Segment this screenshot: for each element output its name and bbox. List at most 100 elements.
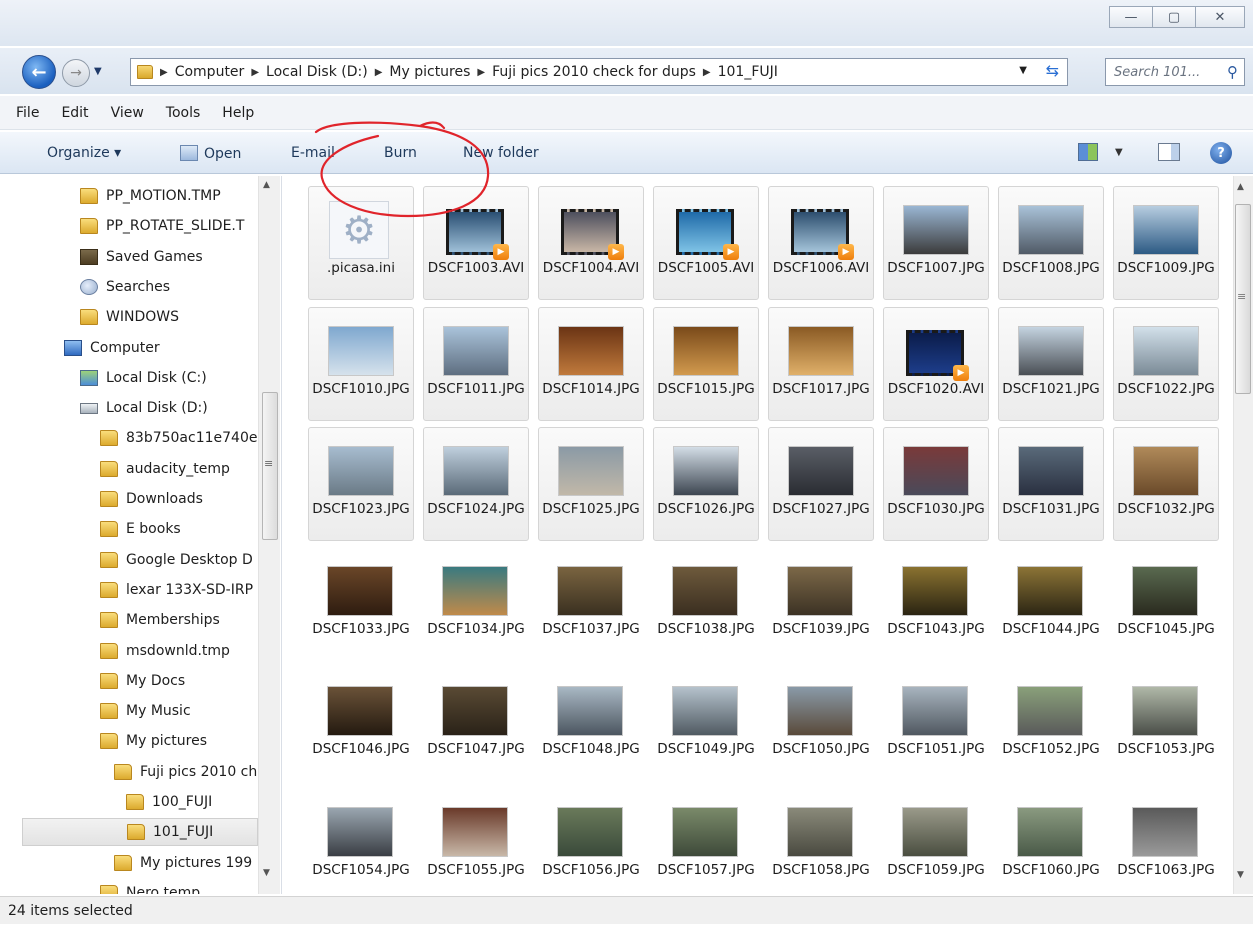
file-tile[interactable]: ▶ DSCF1005.AVI xyxy=(653,186,759,300)
tree-item[interactable]: 83b750ac11e740e1 xyxy=(100,424,266,452)
breadcrumb-separator-icon[interactable]: ▶ xyxy=(703,67,711,78)
tree-item[interactable]: Saved Games xyxy=(80,243,203,271)
maximize-button[interactable]: ▢ xyxy=(1152,6,1196,28)
file-tile[interactable]: ▶ DSCF1006.AVI xyxy=(768,186,874,300)
tree-item[interactable]: msdownld.tmp xyxy=(100,637,230,665)
tree-item[interactable]: My Docs xyxy=(100,667,185,695)
file-tile[interactable]: DSCF1033.JPG xyxy=(308,548,414,662)
content-scroll-up-icon[interactable]: ▲ xyxy=(1237,182,1244,192)
file-tile[interactable]: DSCF1017.JPG xyxy=(768,306,874,421)
breadcrumb-separator-icon[interactable]: ▶ xyxy=(251,67,259,78)
breadcrumb-my-pictures[interactable]: My pictures xyxy=(389,64,470,80)
nav-scroll-down-icon[interactable]: ▼ xyxy=(263,868,270,878)
view-options-dropdown[interactable]: ▼ xyxy=(1115,147,1123,158)
file-tile[interactable]: DSCF1047.JPG xyxy=(423,668,529,782)
tree-item[interactable]: Fuji pics 2010 ch xyxy=(114,758,257,786)
file-tile[interactable]: DSCF1037.JPG xyxy=(538,548,644,662)
file-tile[interactable]: DSCF1039.JPG xyxy=(768,548,874,662)
file-tile[interactable]: DSCF1027.JPG xyxy=(768,427,874,541)
tree-item[interactable]: Nero temp xyxy=(100,879,200,894)
organize-button[interactable]: Organize ▾ xyxy=(47,145,121,161)
content-scroll-down-icon[interactable]: ▼ xyxy=(1237,870,1244,880)
tree-item[interactable]: Downloads xyxy=(100,485,203,513)
tree-item[interactable]: audacity_temp xyxy=(100,455,230,483)
breadcrumb-101-fuji[interactable]: 101_FUJI xyxy=(718,64,778,80)
burn-button[interactable]: Burn xyxy=(384,145,417,161)
file-tile[interactable]: DSCF1060.JPG xyxy=(998,789,1104,895)
file-tile[interactable]: DSCF1024.JPG xyxy=(423,427,529,541)
tree-item[interactable]: 100_FUJI xyxy=(126,788,212,816)
file-tile[interactable]: ⚙ .picasa.ini xyxy=(308,186,414,300)
new-folder-button[interactable]: New folder xyxy=(463,145,539,161)
breadcrumb-separator-icon[interactable]: ▶ xyxy=(160,67,168,78)
navigation-pane[interactable]: PP_MOTION.TMP PP_ROTATE_SLIDE.T Saved Game… xyxy=(0,176,282,894)
file-tile[interactable]: DSCF1052.JPG xyxy=(998,668,1104,782)
breadcrumb-computer[interactable]: Computer xyxy=(175,64,245,80)
minimize-button[interactable]: — xyxy=(1109,6,1153,28)
tree-item[interactable]: My pictures 199 xyxy=(114,849,252,877)
search-icon[interactable]: ⚲ xyxy=(1227,63,1238,81)
file-tile[interactable]: DSCF1011.JPG xyxy=(423,306,529,421)
email-button[interactable]: E-mail xyxy=(291,145,335,161)
tree-item[interactable]: WINDOWS xyxy=(80,303,179,331)
menu-file[interactable]: File xyxy=(16,105,39,121)
address-bar[interactable]: ▶ Computer ▶ Local Disk (D:) ▶ My pictur… xyxy=(130,58,1068,86)
file-tile[interactable]: DSCF1007.JPG xyxy=(883,186,989,300)
file-tile[interactable]: DSCF1058.JPG xyxy=(768,789,874,895)
open-button[interactable]: Open xyxy=(180,145,241,162)
file-tile[interactable]: DSCF1044.JPG xyxy=(998,548,1104,662)
breadcrumb-separator-icon[interactable]: ▶ xyxy=(375,67,383,78)
tree-item[interactable]: Google Desktop D xyxy=(100,546,253,574)
tree-item[interactable]: PP_MOTION.TMP xyxy=(80,182,221,210)
tree-item[interactable]: 101_FUJI xyxy=(22,818,258,847)
help-icon[interactable]: ? xyxy=(1210,142,1232,164)
menu-edit[interactable]: Edit xyxy=(61,105,88,121)
tree-item[interactable]: Local Disk (C:) xyxy=(80,364,207,392)
file-tile[interactable]: DSCF1050.JPG xyxy=(768,668,874,782)
refresh-icon[interactable]: ⇆ xyxy=(1046,61,1059,80)
file-tile[interactable]: DSCF1056.JPG xyxy=(538,789,644,895)
tree-item[interactable]: Computer xyxy=(64,334,160,362)
file-tile[interactable]: DSCF1054.JPG xyxy=(308,789,414,895)
file-tile[interactable]: DSCF1053.JPG xyxy=(1113,668,1219,782)
file-tile[interactable]: DSCF1021.JPG xyxy=(998,306,1104,421)
file-tile[interactable]: DSCF1051.JPG xyxy=(883,668,989,782)
preview-pane-icon[interactable] xyxy=(1158,143,1180,161)
nav-scroll-up-icon[interactable]: ▲ xyxy=(263,180,270,190)
file-tile[interactable]: ▶ DSCF1020.AVI xyxy=(883,306,989,421)
file-tile[interactable]: DSCF1049.JPG xyxy=(653,668,759,782)
tree-item[interactable]: My pictures xyxy=(100,727,207,755)
tree-item[interactable]: Memberships xyxy=(100,606,220,634)
file-tile[interactable]: DSCF1063.JPG xyxy=(1113,789,1219,895)
tree-item[interactable]: E books xyxy=(100,515,181,543)
file-tile[interactable]: DSCF1043.JPG xyxy=(883,548,989,662)
file-tile[interactable]: DSCF1048.JPG xyxy=(538,668,644,782)
forward-button[interactable]: → xyxy=(62,59,90,87)
tree-item[interactable]: My Music xyxy=(100,697,191,725)
menu-tools[interactable]: Tools xyxy=(166,105,201,121)
file-tile[interactable]: DSCF1045.JPG xyxy=(1113,548,1219,662)
file-tile[interactable]: DSCF1008.JPG xyxy=(998,186,1104,300)
file-tile[interactable]: DSCF1038.JPG xyxy=(653,548,759,662)
file-tile[interactable]: DSCF1010.JPG xyxy=(308,306,414,421)
recent-pages-dropdown[interactable]: ▼ xyxy=(94,66,102,77)
file-tile[interactable]: DSCF1025.JPG xyxy=(538,427,644,541)
file-tile[interactable]: ▶ DSCF1004.AVI xyxy=(538,186,644,300)
file-tile[interactable]: DSCF1015.JPG xyxy=(653,306,759,421)
file-tile[interactable]: DSCF1022.JPG xyxy=(1113,306,1219,421)
file-tile[interactable]: DSCF1059.JPG xyxy=(883,789,989,895)
tree-item[interactable]: Searches xyxy=(80,273,170,301)
address-dropdown-icon[interactable]: ▼ xyxy=(1019,65,1027,76)
file-tile[interactable]: ▶ DSCF1003.AVI xyxy=(423,186,529,300)
file-tile[interactable]: DSCF1031.JPG xyxy=(998,427,1104,541)
breadcrumb-fuji-pics[interactable]: Fuji pics 2010 check for dups xyxy=(492,64,696,80)
back-button[interactable]: ← xyxy=(22,55,56,89)
close-button[interactable]: ✕ xyxy=(1195,6,1245,28)
file-tile[interactable]: DSCF1032.JPG xyxy=(1113,427,1219,541)
file-tile[interactable]: DSCF1046.JPG xyxy=(308,668,414,782)
file-view[interactable]: ⚙ .picasa.ini ▶ DSCF1003.AVI ▶ DSCF1004.AVI ▶ D… xyxy=(284,176,1231,894)
file-tile[interactable]: DSCF1034.JPG xyxy=(423,548,529,662)
file-tile[interactable]: DSCF1055.JPG xyxy=(423,789,529,895)
tree-item[interactable]: PP_ROTATE_SLIDE.T xyxy=(80,212,244,240)
menu-help[interactable]: Help xyxy=(222,105,254,121)
